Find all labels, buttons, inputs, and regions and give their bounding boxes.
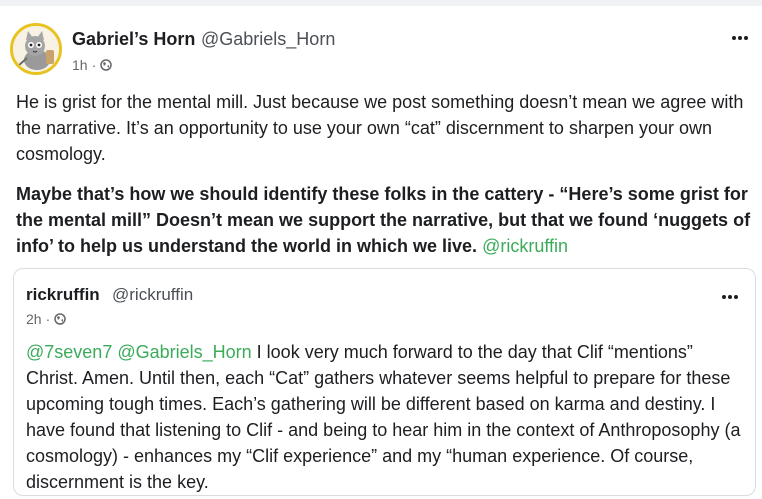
meta-separator: · — [45, 311, 51, 327]
post-time[interactable]: 1h — [72, 57, 88, 73]
quoted-body: @7seven7 @Gabriels_Horn I look very much… — [26, 339, 742, 495]
author-avatar[interactable] — [10, 23, 62, 75]
quoted-time[interactable]: 2h — [26, 311, 42, 327]
more-dot-icon — [732, 36, 736, 40]
mention-link[interactable]: @7seven7 — [26, 342, 112, 362]
more-dot-icon — [728, 295, 732, 299]
author-name[interactable]: Gabriel’s Horn — [72, 29, 195, 50]
post-more-button[interactable] — [727, 28, 753, 48]
more-dot-icon — [744, 36, 748, 40]
audience-icon — [54, 313, 66, 325]
author-handle[interactable]: @Gabriels_Horn — [201, 29, 335, 50]
post-meta: 1h · — [72, 57, 112, 73]
post-body-paragraph-2-text: Maybe that’s how we should identify thes… — [16, 184, 751, 256]
quoted-author-name[interactable]: rickruffin — [26, 285, 100, 305]
more-dot-icon — [722, 295, 726, 299]
quoted-meta: 2h · — [26, 311, 66, 327]
post-card: Gabriel’s Horn @Gabriels_Horn 1h · He is… — [0, 6, 762, 499]
quoted-body-text: I look very much forward to the day that… — [26, 342, 741, 492]
meta-separator: · — [91, 57, 97, 73]
more-dot-icon — [734, 295, 738, 299]
post-body-paragraph-2: Maybe that’s how we should identify thes… — [16, 181, 756, 259]
audience-icon — [100, 59, 112, 71]
quoted-author-handle[interactable]: @rickruffin — [112, 285, 193, 305]
post-body-paragraph-1: He is grist for the mental mill. Just be… — [16, 92, 744, 164]
mention-link[interactable]: @rickruffin — [482, 236, 568, 256]
mention-link[interactable]: @Gabriels_Horn — [117, 342, 251, 362]
cat-avatar-icon — [13, 26, 59, 72]
more-dot-icon — [738, 36, 742, 40]
quoted-more-button[interactable] — [717, 287, 743, 307]
quoted-post[interactable]: rickruffin @rickruffin 2h · @7seven7 @Ga… — [13, 268, 756, 496]
